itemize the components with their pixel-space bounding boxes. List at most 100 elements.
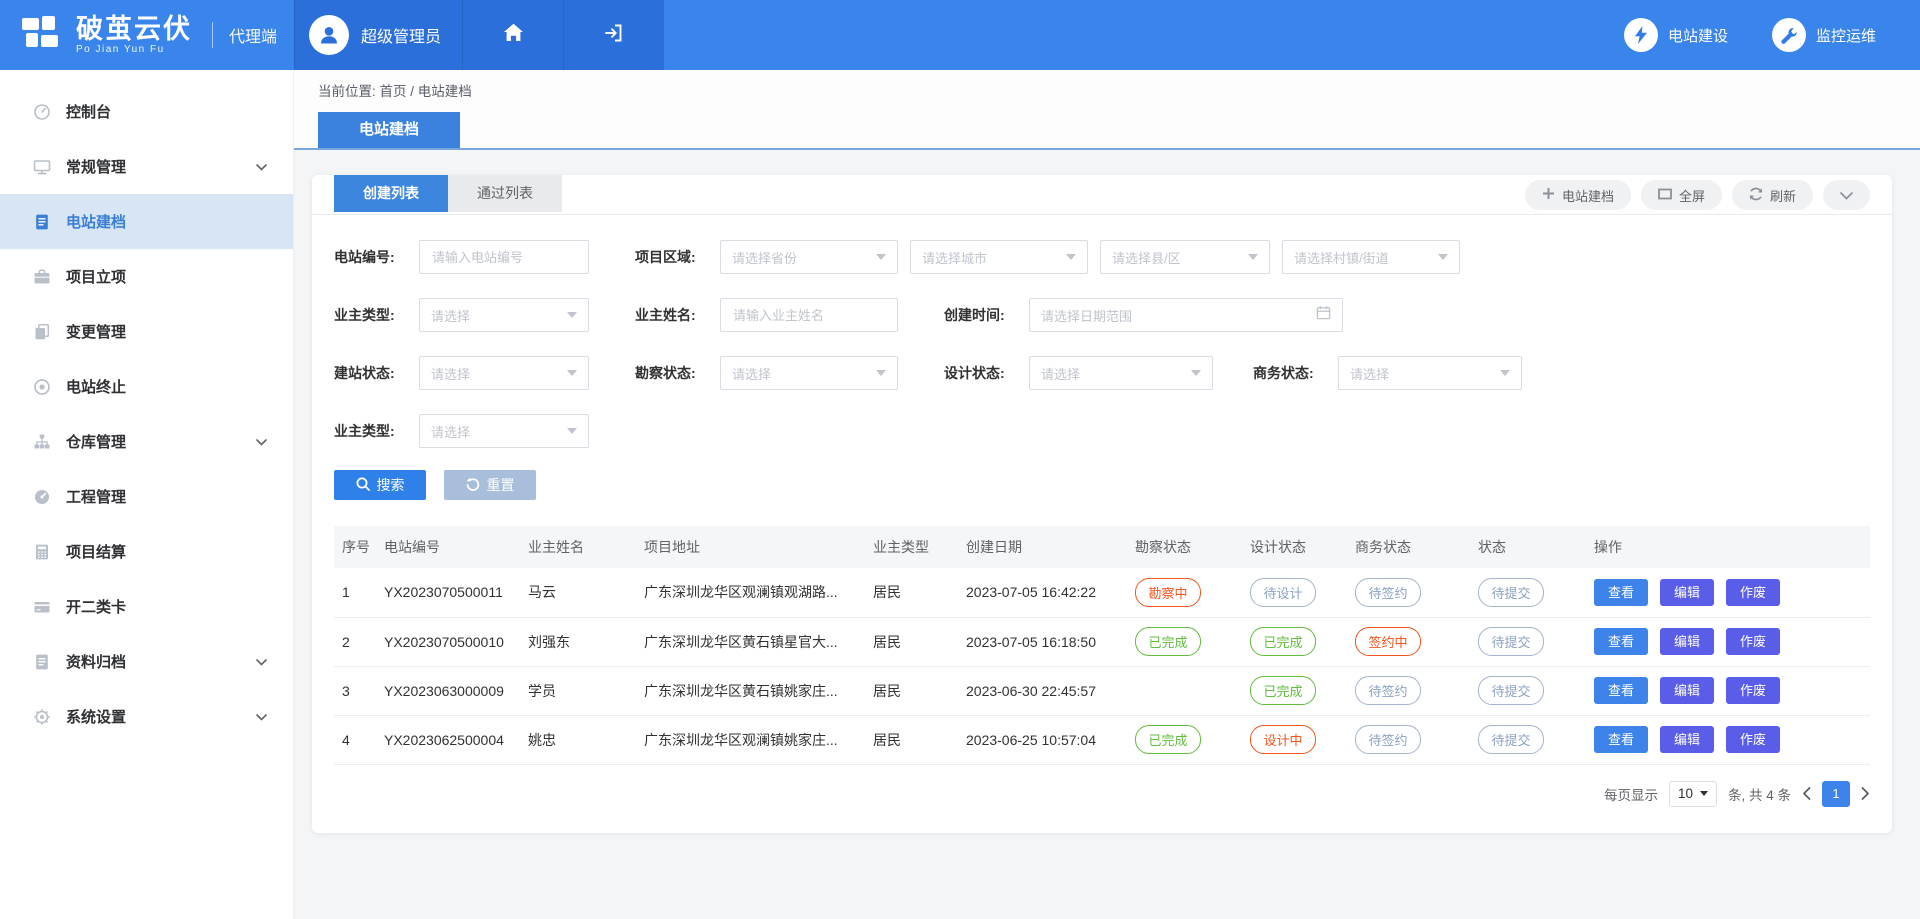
col-design: 设计状态 <box>1242 526 1347 568</box>
header-right-nav: 电站建设 监控运维 <box>1624 0 1920 70</box>
sidebar-item-system-settings[interactable]: 系统设置 <box>0 689 293 744</box>
home-button[interactable] <box>462 0 563 70</box>
tab-create-list[interactable]: 创建列表 <box>334 175 448 212</box>
void-button[interactable]: 作废 <box>1726 726 1780 753</box>
refresh-button[interactable]: 刷新 <box>1732 180 1813 210</box>
sidebar-item-warehouse-mgmt[interactable]: 仓库管理 <box>0 414 293 469</box>
create-station-button[interactable]: 电站建档 <box>1525 180 1631 210</box>
sidebar-item-label: 电站终止 <box>66 376 126 397</box>
view-button[interactable]: 查看 <box>1594 726 1648 753</box>
city-select[interactable]: 请选择城市 <box>910 240 1088 274</box>
owner-name-input[interactable] <box>720 298 898 332</box>
status-badge: 待签约 <box>1355 725 1421 754</box>
table-row: 2 YX2023070500010 刘强东 广东深圳龙华区黄石镇星官大... 居… <box>334 617 1870 666</box>
brand-subtitle: Po Jian Yun Fu <box>76 45 192 56</box>
view-button[interactable]: 查看 <box>1594 579 1648 606</box>
sidebar-item-change-mgmt[interactable]: 变更管理 <box>0 304 293 359</box>
view-button[interactable]: 查看 <box>1594 677 1648 704</box>
sidebar-item-project-initiation[interactable]: 项目立项 <box>0 249 293 304</box>
sidebar-item-data-archive[interactable]: 资料归档 <box>0 634 293 689</box>
table-row: 1 YX2023070500011 马云 广东深圳龙华区观澜镇观湖路... 居民… <box>334 568 1870 617</box>
header-spacer <box>664 0 1624 70</box>
status-badge: 已完成 <box>1135 725 1201 754</box>
fullscreen-button[interactable]: 全屏 <box>1641 180 1722 210</box>
sidebar-item-project-settlement[interactable]: 项目结算 <box>0 524 293 579</box>
owner-type2-select[interactable]: 请选择 <box>419 414 589 448</box>
col-business: 商务状态 <box>1347 526 1470 568</box>
town-select[interactable]: 请选择村镇/街道 <box>1282 240 1460 274</box>
caret-down-icon <box>1500 370 1510 376</box>
toolbar: 电站建档 全屏 <box>1525 180 1870 210</box>
sidebar-item-open-card[interactable]: 开二类卡 <box>0 579 293 634</box>
briefcase-icon <box>32 268 51 286</box>
fullscreen-icon <box>1658 188 1672 203</box>
station-code-input[interactable] <box>419 240 589 274</box>
nav-monitor-ops[interactable]: 监控运维 <box>1772 18 1876 52</box>
sidebar-item-console[interactable]: 控制台 <box>0 84 293 139</box>
brand-logo: 破茧云伏 Po Jian Yun Fu 代理端 <box>0 0 294 70</box>
fullscreen-label: 全屏 <box>1679 186 1705 205</box>
cell-code: YX2023070500010 <box>376 617 520 666</box>
table-header-row: 序号 电站编号 业主姓名 项目地址 业主类型 创建日期 勘察状态 设计状态 商务… <box>334 526 1870 568</box>
card-icon <box>32 598 51 616</box>
sidebar-item-general-mgmt[interactable]: 常规管理 <box>0 139 293 194</box>
province-select[interactable]: 请选择省份 <box>720 240 898 274</box>
view-button[interactable]: 查看 <box>1594 628 1648 655</box>
sidebar-item-label: 项目结算 <box>66 541 126 562</box>
cell-created: 2023-06-30 22:45:57 <box>958 666 1127 715</box>
user-menu[interactable]: 超级管理员 <box>294 0 462 70</box>
sidebar-item-station-terminate[interactable]: 电站终止 <box>0 359 293 414</box>
tab-passed-list[interactable]: 通过列表 <box>448 175 562 212</box>
sidebar-item-label: 项目立项 <box>66 266 126 287</box>
station-table: 序号 电站编号 业主姓名 项目地址 业主类型 创建日期 勘察状态 设计状态 商务… <box>334 526 1870 765</box>
per-page-select[interactable]: 10 <box>1669 781 1717 807</box>
void-button[interactable]: 作废 <box>1726 628 1780 655</box>
monitor-icon <box>32 158 51 176</box>
logout-icon <box>604 23 624 48</box>
survey-status-select[interactable]: 请选择 <box>720 356 898 390</box>
status-badge: 勘察中 <box>1135 578 1201 607</box>
edit-button[interactable]: 编辑 <box>1660 579 1714 606</box>
search-icon <box>356 477 370 494</box>
edit-button[interactable]: 编辑 <box>1660 677 1714 704</box>
cell-survey-empty <box>1127 666 1242 715</box>
owner-type-label: 业主类型: <box>334 305 409 325</box>
reset-button[interactable]: 重置 <box>444 470 536 500</box>
filter-row-3: 建站状态: 请选择 勘察状态: 请选择 设计状态: 请选择 商务状态: 请选择 <box>334 356 1870 390</box>
tab-station-archive[interactable]: 电站建档 <box>318 112 460 148</box>
sitemap-icon <box>32 433 51 451</box>
project-region-label: 项目区域: <box>635 247 710 267</box>
table-row: 4 YX2023062500004 姚忠 广东深圳龙华区观澜镇姚家庄... 居民… <box>334 715 1870 764</box>
page-number-button[interactable]: 1 <box>1822 781 1850 807</box>
edit-button[interactable]: 编辑 <box>1660 726 1714 753</box>
station-code-label: 电站编号: <box>334 247 409 267</box>
main-content: 当前位置: 首页 / 电站建档 电站建档 创建列表 通过列表 电站建档 <box>294 70 1920 919</box>
filter-row-1: 电站编号: 项目区域: 请选择省份 请选择城市 请选择县/区 请选择村镇/街道 <box>334 240 1870 274</box>
collapse-toolbar-button[interactable] <box>1823 180 1870 210</box>
county-select[interactable]: 请选择县/区 <box>1100 240 1270 274</box>
owner-type-select[interactable]: 请选择 <box>419 298 589 332</box>
sidebar-item-engineering-mgmt[interactable]: 工程管理 <box>0 469 293 524</box>
build-status-select[interactable]: 请选择 <box>419 356 589 390</box>
date-range-input[interactable]: 请选择日期范围 <box>1029 298 1343 332</box>
card-head: 创建列表 通过列表 电站建档 全屏 <box>312 175 1892 215</box>
next-page-button[interactable] <box>1861 787 1870 800</box>
prev-page-button[interactable] <box>1802 787 1811 800</box>
design-status-select[interactable]: 请选择 <box>1029 356 1213 390</box>
chevron-down-icon <box>256 653 267 670</box>
refresh-icon <box>1749 187 1763 204</box>
search-button[interactable]: 搜索 <box>334 470 426 500</box>
owner-name-label: 业主姓名: <box>635 305 710 325</box>
sidebar-item-station-archive[interactable]: 电站建档 <box>0 194 293 249</box>
edit-button[interactable]: 编辑 <box>1660 628 1714 655</box>
business-status-select[interactable]: 请选择 <box>1338 356 1522 390</box>
breadcrumb: 当前位置: 首页 / 电站建档 <box>294 80 1920 104</box>
nav-station-build[interactable]: 电站建设 <box>1624 18 1728 52</box>
gear-icon <box>32 708 51 726</box>
void-button[interactable]: 作废 <box>1726 579 1780 606</box>
chevron-down-icon <box>256 708 267 725</box>
caret-down-icon <box>1066 254 1076 260</box>
logout-button[interactable] <box>563 0 664 70</box>
void-button[interactable]: 作废 <box>1726 677 1780 704</box>
cell-owner: 刘强东 <box>520 617 636 666</box>
